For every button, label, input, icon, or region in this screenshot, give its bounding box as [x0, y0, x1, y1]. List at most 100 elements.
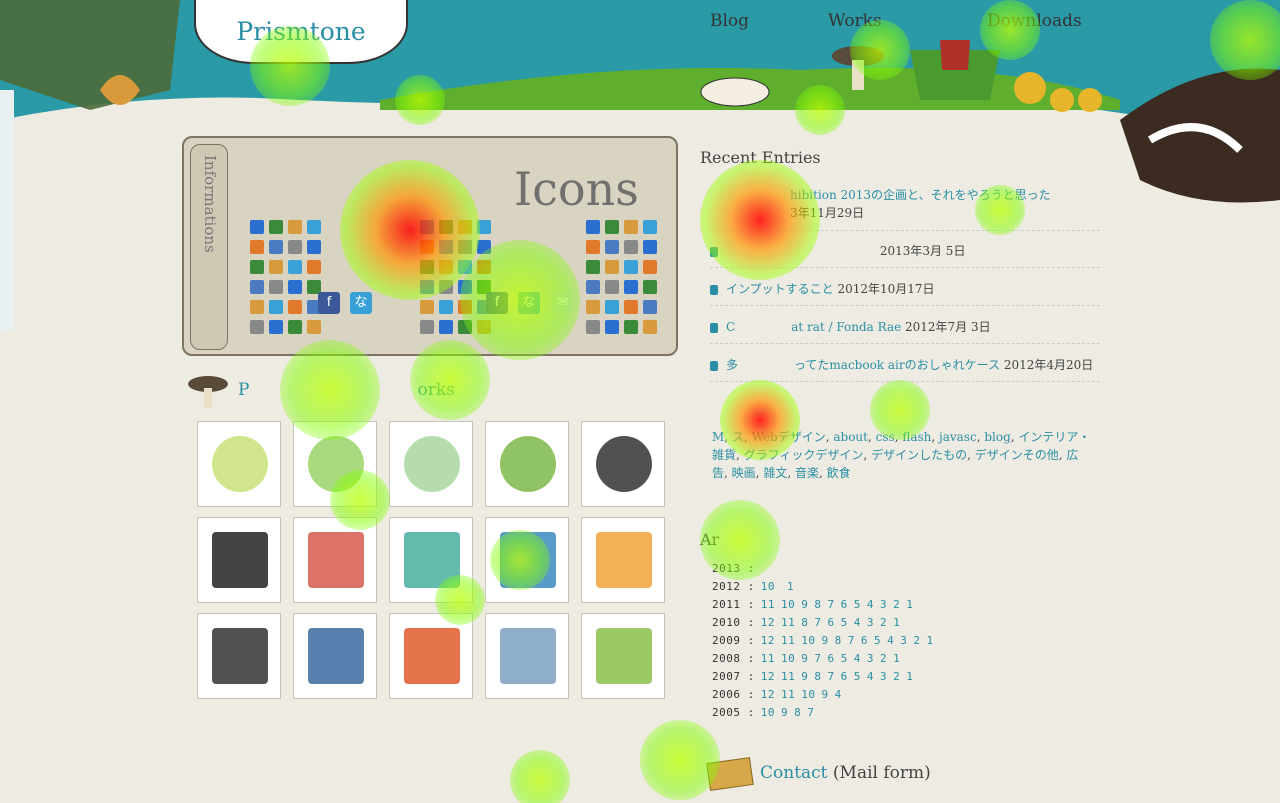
archive-month-link[interactable]: 9 [801, 670, 808, 683]
archive-month-link[interactable]: 7 [814, 616, 821, 629]
archive-month-link[interactable]: 4 [854, 616, 861, 629]
tag-link[interactable]: デザインしたもの [871, 448, 967, 462]
archive-month-link[interactable]: 11 [781, 616, 795, 629]
work-thumbnail[interactable] [581, 613, 665, 699]
recent-entry-link[interactable]: ってたmacbook airのおしゃれケース [794, 358, 1000, 372]
archive-month-link[interactable]: 2 [880, 652, 887, 665]
recent-entry-link[interactable]: at rat / Fonda Rae [791, 320, 901, 334]
archive-month-link[interactable]: 7 [807, 706, 814, 719]
archive-month-link[interactable]: 5 [874, 634, 881, 647]
archive-month-link[interactable]: 10 [761, 580, 775, 593]
archive-month-link[interactable]: 1 [893, 616, 900, 629]
archive-month-link[interactable]: 11 [761, 652, 775, 665]
archive-month-link[interactable]: 6 [828, 652, 835, 665]
archive-month-link[interactable]: 9 [801, 598, 808, 611]
archive-month-link[interactable]: 3 [867, 652, 874, 665]
tag-link[interactable]: blog [984, 430, 1010, 444]
archive-month-link[interactable]: 3 [867, 616, 874, 629]
work-thumbnail[interactable] [485, 613, 569, 699]
recent-entry-link[interactable]: hibition 2013の企画と、それをやろうと思った [790, 188, 1051, 202]
work-thumbnail[interactable] [485, 517, 569, 603]
tag-link[interactable]: about [833, 430, 868, 444]
archive-month-link[interactable]: 8 [814, 598, 821, 611]
archive-month-link[interactable]: 7 [814, 652, 821, 665]
archive-month-link[interactable]: 6 [861, 634, 868, 647]
archive-month-link[interactable]: 1 [906, 670, 913, 683]
tag-link[interactable]: 音楽 [795, 466, 819, 480]
site-logo-text[interactable]: Prismtone [236, 17, 365, 46]
archive-month-link[interactable]: 8 [814, 670, 821, 683]
tag-link[interactable]: flash [902, 430, 931, 444]
work-thumbnail[interactable] [293, 421, 377, 507]
work-thumbnail[interactable] [485, 421, 569, 507]
archive-month-link[interactable]: 11 [781, 670, 795, 683]
tag-link[interactable]: 飲食 [827, 466, 851, 480]
work-thumbnail[interactable] [293, 517, 377, 603]
archive-month-link[interactable]: 8 [835, 634, 842, 647]
archive-month-link[interactable]: 7 [848, 634, 855, 647]
archive-month-link[interactable]: 5 [841, 616, 848, 629]
archive-month-link[interactable]: 2 [913, 634, 920, 647]
archive-month-link[interactable]: 8 [801, 616, 808, 629]
archive-month-link[interactable]: 8 [794, 706, 801, 719]
archive-month-link[interactable]: 5 [854, 670, 861, 683]
archive-month-link[interactable]: 9 [822, 688, 829, 701]
archive-month-link[interactable]: 6 [841, 598, 848, 611]
archive-month-link[interactable]: 9 [801, 652, 808, 665]
archive-month-link[interactable]: 4 [854, 652, 861, 665]
archive-month-link[interactable]: 1 [906, 598, 913, 611]
archive-month-link[interactable]: 9 [822, 634, 829, 647]
archive-month-link[interactable]: 4 [835, 688, 842, 701]
archive-month-link[interactable]: 1 [927, 634, 934, 647]
work-thumbnail[interactable] [389, 517, 473, 603]
nav-blog[interactable]: Blog [710, 11, 749, 31]
work-thumbnail[interactable] [389, 421, 473, 507]
archive-month-link[interactable]: 10 [801, 634, 815, 647]
tag-link[interactable]: 映画 [732, 466, 756, 480]
archive-month-link[interactable]: 12 [761, 616, 775, 629]
work-thumbnail[interactable] [581, 421, 665, 507]
work-thumbnail[interactable] [581, 517, 665, 603]
recent-entry-link[interactable]: C [726, 320, 735, 334]
archive-month-link[interactable]: 12 [761, 670, 775, 683]
archive-month-link[interactable]: 1 [787, 580, 794, 593]
tag-link[interactable]: M [712, 430, 724, 444]
archive-month-link[interactable]: 11 [781, 634, 795, 647]
archive-month-link[interactable]: 6 [841, 670, 848, 683]
archive-month-link[interactable]: 12 [761, 688, 775, 701]
tag-link[interactable]: グラフィックデザイン [744, 448, 864, 462]
work-thumbnail[interactable] [197, 517, 281, 603]
recent-entry-link[interactable]: 多 [726, 358, 738, 372]
archive-month-link[interactable]: 3 [880, 670, 887, 683]
archive-month-link[interactable]: 3 [880, 598, 887, 611]
archive-month-link[interactable]: 5 [854, 598, 861, 611]
archive-month-link[interactable]: 7 [828, 598, 835, 611]
archive-month-link[interactable]: 3 [900, 634, 907, 647]
site-logo[interactable]: Prismtone [194, 0, 408, 64]
work-thumbnail[interactable] [389, 613, 473, 699]
archive-month-link[interactable]: 10 [781, 652, 795, 665]
tag-link[interactable]: ス [732, 430, 744, 444]
archive-month-link[interactable]: 5 [841, 652, 848, 665]
tag-link[interactable]: デザインその他 [975, 448, 1059, 462]
archive-month-link[interactable]: 1 [893, 652, 900, 665]
archive-month-link[interactable]: 6 [828, 616, 835, 629]
archive-month-link[interactable]: 9 [781, 706, 788, 719]
work-thumbnail[interactable] [293, 613, 377, 699]
tag-link[interactable]: javasc [939, 430, 977, 444]
tag-link[interactable]: 雑文 [763, 466, 787, 480]
archive-month-link[interactable]: 10 [801, 688, 815, 701]
archive-month-link[interactable]: 10 [781, 598, 795, 611]
archive-month-link[interactable]: 7 [828, 670, 835, 683]
nav-downloads[interactable]: Downloads [987, 11, 1082, 31]
work-thumbnail[interactable] [197, 421, 281, 507]
archive-month-link[interactable]: 4 [887, 634, 894, 647]
archive-month-link[interactable]: 12 [761, 634, 775, 647]
contact-link[interactable]: Contact [760, 763, 828, 783]
archive-month-link[interactable]: 4 [867, 670, 874, 683]
archive-month-link[interactable]: 2 [893, 670, 900, 683]
archive-month-link[interactable]: 11 [761, 598, 775, 611]
archive-month-link[interactable]: 11 [781, 688, 795, 701]
archive-month-link[interactable]: 10 [761, 706, 775, 719]
recent-entry-link[interactable]: インプットすること [726, 282, 834, 296]
